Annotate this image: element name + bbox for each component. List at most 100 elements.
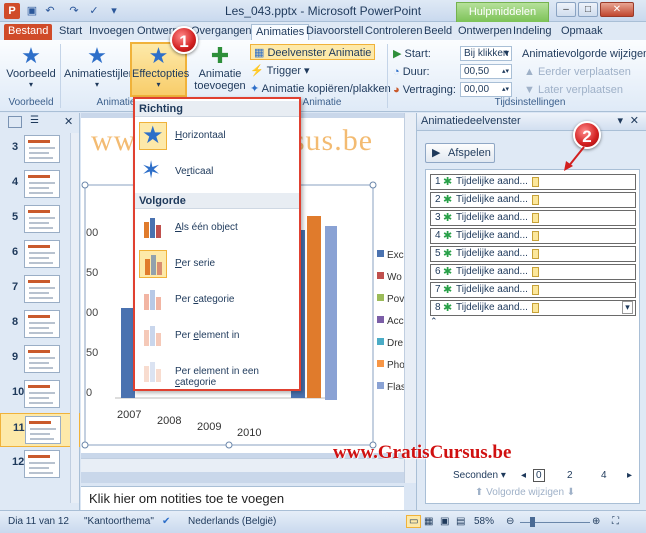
sorter-view-icon[interactable]: ▦ bbox=[424, 516, 433, 527]
legend-swatch bbox=[377, 338, 384, 345]
outline-tab-icon[interactable]: ☰ bbox=[30, 116, 48, 128]
vertical-scrollbar[interactable] bbox=[404, 113, 416, 483]
start-select[interactable]: Bij klikken ▾ bbox=[460, 46, 512, 61]
animation-list-item[interactable]: 8 ✱ Tijdelijke aand... ▾ bbox=[430, 300, 636, 316]
tab-invoegen[interactable]: Invoegen bbox=[85, 24, 138, 40]
animation-pane-button[interactable]: ▦ Deelvenster Animatie bbox=[250, 44, 376, 60]
x-tick-label: 2007 bbox=[117, 409, 141, 421]
item-label: Tijdelijke aand... bbox=[456, 266, 528, 277]
reorder-up-icon[interactable]: ⬆ bbox=[475, 487, 483, 498]
tab-start[interactable]: Start bbox=[55, 24, 86, 40]
animation-list-item[interactable]: 7 ✱ Tijdelijke aand... bbox=[430, 282, 636, 298]
slide-thumbnail[interactable]: 9 bbox=[0, 343, 80, 377]
animation-list-item[interactable]: 6 ✱ Tijdelijke aand... bbox=[430, 264, 636, 280]
slideshow-view-icon[interactable]: ▤ bbox=[456, 516, 465, 527]
option-by-element-in-series[interactable]: Per element in bbox=[135, 319, 299, 353]
normal-view-icon[interactable]: ▭ bbox=[406, 515, 422, 528]
delay-label: ◕ Vertraging: bbox=[393, 84, 456, 96]
slide-number: 3 bbox=[12, 141, 19, 153]
animation-list-item[interactable]: 4 ✱ Tijdelijke aand... bbox=[430, 228, 636, 244]
add-animation-button[interactable]: ✚ Animatie toevoegen bbox=[190, 44, 250, 93]
preview-button[interactable]: ★ Voorbeeld ▾ bbox=[6, 44, 56, 90]
animation-list-item[interactable]: 1 ✱ Tijdelijke aand... bbox=[430, 174, 636, 190]
zoom-in-icon[interactable]: ⊕ bbox=[592, 516, 600, 527]
option-by-element-in-category[interactable]: Per element in een categorie bbox=[135, 355, 299, 389]
star-icon: ✱ bbox=[443, 176, 453, 188]
notes-pane[interactable]: Klik hier om notities toe te voegen bbox=[81, 486, 404, 510]
seconds-dropdown[interactable]: Seconden ▾ bbox=[453, 470, 506, 481]
trigger-button[interactable]: ⚡ Trigger ▾ bbox=[250, 63, 310, 79]
tab-animaties[interactable]: Animaties bbox=[251, 24, 310, 40]
tab-diavoorstelling[interactable]: Diavoorstell bbox=[302, 24, 367, 40]
move-earlier-button[interactable]: ▲ Eerder verplaatsen bbox=[524, 64, 631, 80]
item-label: Tijdelijke aand... bbox=[456, 212, 528, 223]
pane-menu-icon[interactable]: ▾ bbox=[617, 113, 623, 130]
effect-options-dropdown: Richting ★ Horizontaal ✶ Verticaal Volgo… bbox=[133, 97, 301, 391]
item-menu-icon[interactable]: ▾ bbox=[622, 301, 633, 314]
animation-list-item[interactable]: 2 ✱ Tijdelijke aand... bbox=[430, 192, 636, 208]
slide-thumbnail[interactable]: 5 bbox=[0, 203, 80, 237]
legend-label: Pov bbox=[387, 294, 404, 305]
fit-to-window-icon[interactable]: ⛶ bbox=[612, 516, 619, 527]
slide-number: 9 bbox=[12, 351, 19, 363]
close-button[interactable]: ✕ bbox=[600, 2, 634, 17]
animation-styles-button[interactable]: ★ Animatiestijlen ▾ bbox=[64, 44, 135, 90]
close-panel-icon[interactable]: ✕ bbox=[64, 115, 73, 128]
tab-beeld[interactable]: Beeld bbox=[420, 24, 456, 40]
play-icon: ▶ bbox=[393, 48, 405, 60]
language[interactable]: Nederlands (België) bbox=[188, 516, 276, 527]
slide-thumbnail[interactable]: 6 bbox=[0, 238, 80, 272]
reorder-down-icon[interactable]: ⬇ bbox=[567, 487, 575, 498]
option-as-one-object[interactable]: Als één object bbox=[135, 211, 299, 245]
star-icon: ✱ bbox=[443, 212, 453, 224]
pane-close-icon[interactable]: ✕ bbox=[630, 113, 639, 130]
scroll-left-icon[interactable]: ◂ bbox=[521, 470, 526, 481]
delay-input[interactable]: 00,00 ▴▾ bbox=[460, 82, 512, 97]
option-horizontal[interactable]: ★ Horizontaal bbox=[135, 119, 299, 153]
chart-bar bbox=[307, 216, 321, 398]
play-button[interactable]: ▶ Afspelen bbox=[425, 143, 495, 163]
tab-opmaak[interactable]: Opmaak bbox=[557, 24, 607, 40]
y-tick-label: 00 bbox=[86, 227, 98, 239]
option-by-series[interactable]: Per serie bbox=[135, 247, 299, 281]
duration-input[interactable]: 00,50 ▴▾ bbox=[460, 64, 512, 79]
option-vertical[interactable]: ✶ Verticaal bbox=[135, 155, 299, 189]
option-by-category[interactable]: Per categorie bbox=[135, 283, 299, 317]
slide-thumbnail[interactable]: 3 bbox=[0, 133, 80, 167]
tab-indeling[interactable]: Indeling bbox=[509, 24, 556, 40]
scroll-right-icon[interactable]: ▸ bbox=[627, 470, 632, 481]
group-label-animation-advanced: Animatie bbox=[302, 97, 342, 108]
collapse-chevron-icon[interactable]: ⌃ bbox=[430, 316, 438, 327]
minimize-button[interactable]: – bbox=[556, 2, 576, 17]
zoom-level[interactable]: 58% bbox=[474, 516, 494, 527]
legend-label: Exc bbox=[387, 250, 404, 261]
animation-list-item[interactable]: 5 ✱ Tijdelijke aand... bbox=[430, 246, 636, 262]
slide-thumbnail[interactable]: 7 bbox=[0, 273, 80, 307]
slide-thumbnail[interactable]: 12 bbox=[0, 448, 80, 482]
legend-swatch bbox=[377, 360, 384, 367]
slide-thumbnail[interactable]: 8 bbox=[0, 308, 80, 342]
slide-number: 4 bbox=[12, 176, 19, 188]
zoom-out-icon[interactable]: ⊖ bbox=[506, 516, 514, 527]
tab-ontwerpen[interactable]: Ontwerpen bbox=[454, 24, 516, 40]
tab-bestand[interactable]: Bestand bbox=[4, 24, 53, 40]
title-bar: P ▣ ↶ ↷ ✓ ▾ Les_043.pptx - Microsoft Pow… bbox=[0, 0, 646, 36]
slide-counter: Dia 11 van 12 bbox=[8, 516, 69, 527]
y-tick-label: 00 bbox=[86, 307, 98, 319]
animation-list-item[interactable]: 3 ✱ Tijdelijke aand... bbox=[430, 210, 636, 226]
zoom-slider-thumb[interactable] bbox=[530, 517, 535, 527]
animation-painter-button[interactable]: ✦ Animatie kopiëren/plakken bbox=[250, 81, 391, 97]
slides-scrollbar[interactable] bbox=[70, 133, 79, 503]
maximize-button[interactable]: □ bbox=[578, 2, 598, 17]
context-tab-chart-tools[interactable]: Hulpmiddelen vo... bbox=[456, 2, 549, 36]
slide-preview bbox=[24, 205, 60, 233]
spelling-check-icon[interactable]: ✔ bbox=[162, 516, 170, 527]
item-label: Tijdelijke aand... bbox=[456, 248, 528, 259]
slides-tab-icon[interactable] bbox=[8, 116, 22, 128]
reading-view-icon[interactable]: ▣ bbox=[440, 516, 449, 527]
slide-thumbnail[interactable]: 11 bbox=[0, 413, 80, 447]
slide-thumbnail[interactable]: 4 bbox=[0, 168, 80, 202]
tab-controleren[interactable]: Controleren bbox=[361, 24, 426, 40]
move-later-button[interactable]: ▼ Later verplaatsen bbox=[524, 82, 623, 98]
slide-thumbnail[interactable]: 10 bbox=[0, 378, 80, 412]
